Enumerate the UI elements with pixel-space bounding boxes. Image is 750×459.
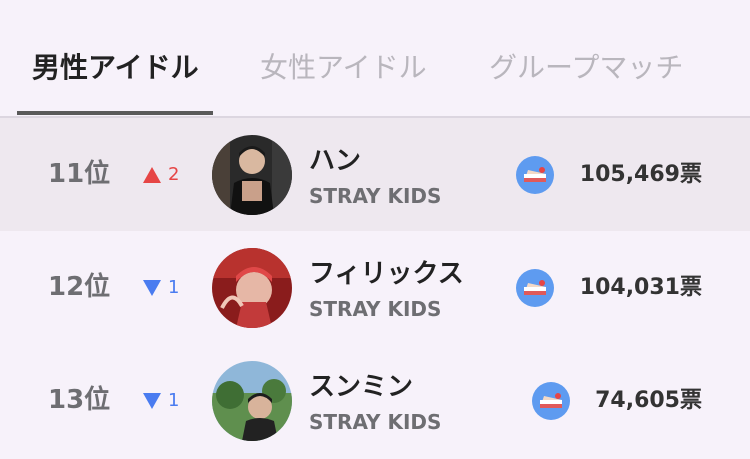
rank-change-value: 2	[168, 164, 180, 185]
avatar-photo	[212, 135, 292, 215]
rank-change-value: 1	[168, 390, 180, 411]
group-name: STRAY KIDS	[309, 297, 442, 321]
vote-count: 74,605票	[595, 388, 702, 413]
ranking-row[interactable]: 13位 1 スンミン STRAY KIDS 74,605票	[0, 344, 750, 457]
vote-count: 105,469票	[579, 162, 702, 187]
cake-icon	[516, 156, 554, 194]
active-tab-indicator	[17, 111, 213, 115]
cake-icon	[532, 382, 570, 420]
cake-icon	[516, 269, 554, 307]
avatar[interactable]	[212, 248, 292, 328]
group-name: STRAY KIDS	[309, 410, 442, 434]
group-name: STRAY KIDS	[309, 184, 442, 208]
idol-name: フィリックス	[309, 259, 464, 289]
tab-female-idols[interactable]: 女性アイドル	[260, 46, 427, 90]
avatar-photo	[212, 361, 292, 441]
idol-name: スンミン	[309, 372, 414, 402]
rank-change-value: 1	[168, 277, 180, 298]
avatar-photo	[212, 248, 292, 328]
avatar[interactable]	[212, 135, 292, 215]
rank-label: 13位	[48, 385, 111, 415]
tab-group-match[interactable]: グループマッチ	[489, 46, 683, 90]
idol-name: ハン	[309, 146, 362, 176]
tab-male-idols[interactable]: 男性アイドル	[32, 46, 199, 90]
ranking-row[interactable]: 12位 1 フィリックス STRAY KIDS 104,031票	[0, 231, 750, 344]
triangle-down-icon	[143, 392, 161, 409]
rank-change: 2	[142, 118, 179, 231]
vote-count: 104,031票	[579, 275, 702, 300]
ranking-row[interactable]: 11位 2 ハン STRAY KIDS 105,469票	[0, 118, 750, 231]
rank-label: 11位	[48, 159, 111, 189]
avatar[interactable]	[212, 361, 292, 441]
triangle-up-icon	[143, 166, 161, 183]
rank-change: 1	[142, 231, 179, 344]
rank-change: 1	[142, 344, 179, 457]
triangle-down-icon	[143, 279, 161, 296]
tab-bar: 男性アイドル 女性アイドル グループマッチ	[0, 0, 750, 118]
rank-label: 12位	[48, 272, 111, 302]
